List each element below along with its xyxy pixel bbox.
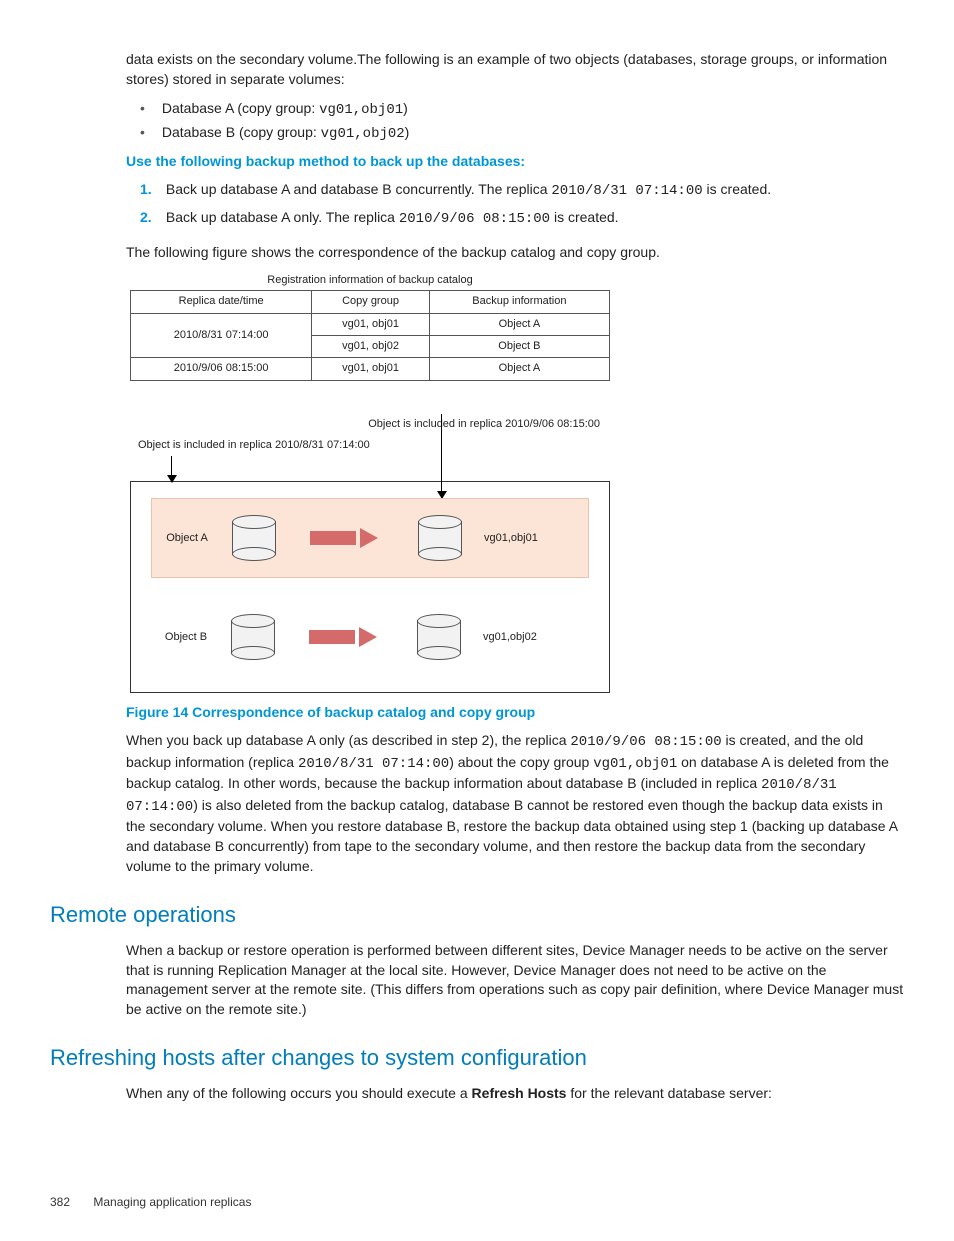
row-object-b: Object B vg01,obj02 — [151, 598, 589, 676]
p2-c3: vg01,obj01 — [593, 756, 677, 772]
diagram-box: Object A vg01,obj01 Object B vg01,obj02 — [130, 481, 610, 693]
step-1: 1. Back up database A and database B con… — [140, 180, 904, 202]
step-1-text-a: Back up database A and database B concur… — [166, 181, 552, 197]
db-a-code: vg01,obj01 — [319, 102, 403, 118]
label-cg1: vg01,obj01 — [484, 531, 538, 546]
arrow-down-left-icon — [171, 456, 172, 482]
p2-c2: 2010/8/31 07:14:00 — [298, 756, 449, 772]
p2-t5: ) is also deleted from the backup catalo… — [126, 797, 897, 874]
note-right: Object is included in replica 2010/9/06 … — [130, 417, 600, 432]
cylinder-icon — [232, 515, 274, 561]
col-backup-info: Backup information — [429, 291, 609, 313]
footer-title: Managing application replicas — [93, 1195, 251, 1209]
registration-title: Registration information of backup catal… — [130, 273, 610, 288]
arrow-bar-icon — [309, 630, 355, 644]
cell-r2c3: Object B — [429, 335, 609, 357]
label-cg2: vg01,obj02 — [483, 630, 537, 645]
heading-remote-operations: Remote operations — [50, 900, 904, 931]
label-object-a: Object A — [152, 531, 222, 546]
refresh-bold: Refresh Hosts — [472, 1085, 567, 1101]
p2-t3: ) about the copy group — [449, 754, 593, 770]
p2-t1: When you back up database A only (as des… — [126, 732, 570, 748]
arrow-bar-icon — [310, 531, 356, 545]
cell-r1c2: vg01, obj01 — [312, 313, 430, 335]
step-2-code: 2010/9/06 08:15:00 — [399, 211, 550, 227]
cylinder-icon — [231, 614, 273, 660]
db-b-item: Database B (copy group: vg01,obj02) — [140, 123, 904, 145]
cell-r2c2: vg01, obj02 — [312, 335, 430, 357]
step-1-text-b: is created. — [703, 181, 771, 197]
remote-operations-body: When a backup or restore operation is pe… — [126, 941, 904, 1019]
refresh-hosts-body: When any of the following occurs you sho… — [126, 1084, 904, 1104]
db-a-post: ) — [403, 100, 408, 116]
explanation-paragraph: When you back up database A only (as des… — [126, 731, 904, 876]
db-b-pre: Database B (copy group: — [162, 124, 321, 140]
database-list: Database A (copy group: vg01,obj01) Data… — [140, 99, 904, 144]
db-a-pre: Database A (copy group: — [162, 100, 319, 116]
arrow-down-right-icon — [441, 414, 442, 498]
note-left: Object is included in replica 2010/8/31 … — [138, 438, 610, 453]
heading-refreshing-hosts: Refreshing hosts after changes to system… — [50, 1043, 904, 1074]
intro-paragraph: data exists on the secondary volume.The … — [126, 50, 904, 89]
step-1-code: 2010/8/31 07:14:00 — [551, 183, 702, 199]
step-2-text-b: is created. — [550, 209, 618, 225]
page-footer: 382 Managing application replicas — [50, 1194, 904, 1211]
col-replica-date: Replica date/time — [131, 291, 312, 313]
step-2-number: 2. — [140, 208, 162, 228]
cell-r3c2: vg01, obj01 — [312, 358, 430, 380]
figure-14: Registration information of backup catal… — [130, 273, 610, 694]
db-b-post: ) — [405, 124, 410, 140]
cell-r1c1: 2010/8/31 07:14:00 — [131, 313, 312, 358]
label-object-b: Object B — [151, 630, 221, 645]
backup-steps: 1. Back up database A and database B con… — [140, 180, 904, 229]
after-steps-paragraph: The following figure shows the correspon… — [126, 243, 904, 263]
registration-table: Replica date/time Copy group Backup info… — [130, 290, 610, 381]
col-copy-group: Copy group — [312, 291, 430, 313]
cell-r3c3: Object A — [429, 358, 609, 380]
db-a-item: Database A (copy group: vg01,obj01) — [140, 99, 904, 121]
cylinder-icon — [417, 614, 459, 660]
arrow-right-icon — [359, 627, 377, 647]
cell-r3c1: 2010/9/06 08:15:00 — [131, 358, 312, 380]
step-2: 2. Back up database A only. The replica … — [140, 208, 904, 230]
step-1-number: 1. — [140, 180, 162, 200]
cell-r1c3: Object A — [429, 313, 609, 335]
row-object-a: Object A vg01,obj01 — [151, 498, 589, 578]
step-2-text-a: Back up database A only. The replica — [166, 209, 399, 225]
p2-c1: 2010/9/06 08:15:00 — [570, 734, 721, 750]
cylinder-icon — [418, 515, 460, 561]
arrow-right-icon — [360, 528, 378, 548]
refresh-text-a: When any of the following occurs you sho… — [126, 1085, 472, 1101]
figure-caption: Figure 14 Correspondence of backup catal… — [126, 703, 904, 723]
refresh-text-b: for the relevant database server: — [566, 1085, 771, 1101]
method-heading: Use the following backup method to back … — [126, 152, 904, 172]
page-number: 382 — [50, 1194, 90, 1211]
db-b-code: vg01,obj02 — [321, 126, 405, 142]
